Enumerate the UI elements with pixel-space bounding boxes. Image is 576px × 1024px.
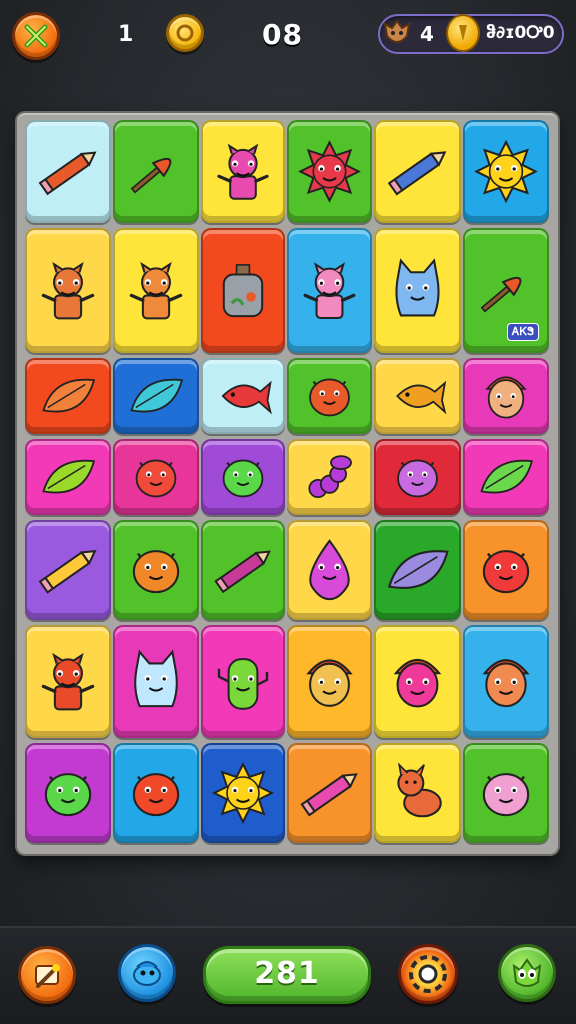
tile-r6-c2[interactable] <box>113 625 199 738</box>
green-monster-icon[interactable] <box>498 944 556 1002</box>
tile-r1-c1[interactable] <box>25 120 111 223</box>
tile-r5-c5[interactable] <box>374 520 461 620</box>
tile-r7-c2[interactable] <box>113 743 199 843</box>
tile-r3-c2[interactable] <box>113 358 199 434</box>
tile-r1-c2[interactable] <box>113 120 199 223</box>
tile-r6-c5[interactable] <box>374 625 461 738</box>
tile-r1-c4[interactable] <box>287 120 372 223</box>
crossed-swords-icon[interactable] <box>12 12 60 60</box>
tile-r2-c2[interactable] <box>113 228 199 353</box>
gems-counter: 4 <box>420 22 434 46</box>
tile-r4-c4[interactable] <box>287 439 372 515</box>
top-bar: 1 08 4 ჵ∂ɪ0Ꭴ0 <box>0 0 576 72</box>
coin-icon[interactable] <box>166 14 204 52</box>
target-ring-icon[interactable] <box>398 944 458 1004</box>
tile-board: ᎪᏦᏕ <box>17 113 558 854</box>
tile-r3-c5[interactable] <box>374 358 461 434</box>
tile-r6-c1[interactable] <box>25 625 111 738</box>
tile-r1-c5[interactable] <box>374 120 461 223</box>
score-display[interactable]: 281 <box>203 946 371 1004</box>
tile-r6-c6[interactable] <box>463 625 549 738</box>
tile-r7-c5[interactable] <box>374 743 461 843</box>
tile-r6-c3[interactable] <box>201 625 285 738</box>
tile-r4-c5[interactable] <box>374 439 461 515</box>
tile-r3-c3[interactable] <box>201 358 285 434</box>
tile-r4-c6[interactable] <box>463 439 549 515</box>
tile-r4-c1[interactable] <box>25 439 111 515</box>
blue-bird-icon[interactable] <box>118 944 176 1002</box>
tile-r7-c6[interactable] <box>463 743 549 843</box>
gold-coin-icon <box>446 14 480 52</box>
tile-r1-c3[interactable] <box>201 120 285 223</box>
tile-r5-c6[interactable] <box>463 520 549 620</box>
lives-counter: 1 <box>118 22 134 47</box>
tile-r2-c5[interactable] <box>374 228 461 353</box>
tile-r3-c4[interactable] <box>287 358 372 434</box>
gold-counter: ჵ∂ɪ0Ꭴ0 <box>486 23 555 43</box>
tile-r2-c1[interactable] <box>25 228 111 353</box>
score-value: 281 <box>254 956 320 991</box>
tile-r5-c1[interactable] <box>25 520 111 620</box>
tile-r1-c6[interactable] <box>463 120 549 223</box>
tile-r5-c4[interactable] <box>287 520 372 620</box>
tile-r7-c4[interactable] <box>287 743 372 843</box>
tile-r2-c4[interactable] <box>287 228 372 353</box>
tile-r4-c3[interactable] <box>201 439 285 515</box>
tile-r6-c4[interactable] <box>287 625 372 738</box>
tile-r2-c3[interactable] <box>201 228 285 353</box>
fox-mascot-icon <box>380 16 414 50</box>
level-number: 08 <box>262 18 303 51</box>
tile-r3-c1[interactable] <box>25 358 111 434</box>
tile-r7-c1[interactable] <box>25 743 111 843</box>
tile-r5-c2[interactable] <box>113 520 199 620</box>
tile-r7-c3[interactable] <box>201 743 285 843</box>
tile-r3-c6[interactable] <box>463 358 549 434</box>
tile-r2-c6[interactable]: ᎪᏦᏕ <box>463 228 549 353</box>
magic-wand-icon[interactable] <box>18 946 76 1004</box>
tile-r5-c3[interactable] <box>201 520 285 620</box>
tile-r4-c2[interactable] <box>113 439 199 515</box>
tile-badge-label: ᎪᏦᏕ <box>507 323 539 341</box>
